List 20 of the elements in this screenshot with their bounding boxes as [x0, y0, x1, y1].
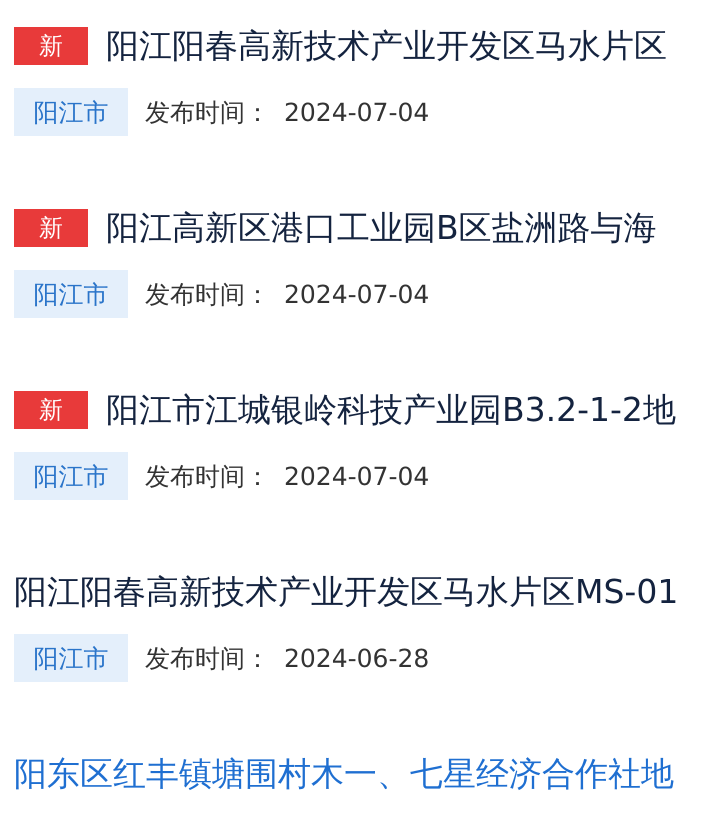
- listing-title[interactable]: 阳江阳春高新技术产业开发区马水片区MS-01: [14, 572, 678, 612]
- listing-title[interactable]: 阳东区红丰镇塘围村木一、七星经济合作社地: [14, 754, 674, 794]
- date-label: 发布时间：: [145, 278, 270, 310]
- new-badge: 新: [14, 27, 88, 65]
- region-tag: 阳江市: [14, 634, 128, 682]
- listing-title[interactable]: 阳江高新区港口工业园B区盐洲路与海: [106, 208, 657, 248]
- publish-date: 2024-07-04: [284, 462, 430, 490]
- region-tag: 阳江市: [14, 452, 128, 500]
- date-label: 发布时间：: [145, 460, 270, 492]
- date-label: 发布时间：: [145, 642, 270, 674]
- publish-date: 2024-07-04: [284, 98, 430, 126]
- new-badge: 新: [14, 209, 88, 247]
- publish-date: 2024-07-04: [284, 280, 430, 308]
- listing-title[interactable]: 阳江阳春高新技术产业开发区马水片区: [106, 26, 667, 66]
- publish-date: 2024-06-28: [284, 644, 430, 672]
- new-badge: 新: [14, 391, 88, 429]
- region-tag: 阳江市: [14, 270, 128, 318]
- date-label: 发布时间：: [145, 96, 270, 128]
- region-tag: 阳江市: [14, 88, 128, 136]
- listing-title[interactable]: 阳江市江城银岭科技产业园B3.2-1-2地: [106, 390, 676, 430]
